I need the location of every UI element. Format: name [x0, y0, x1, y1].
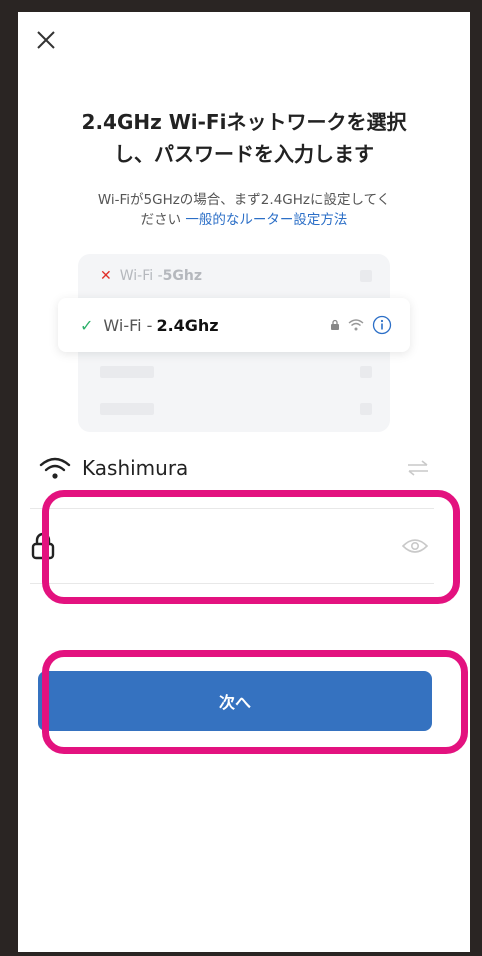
check-icon: ✓	[80, 315, 94, 335]
illustration-placeholder-row	[100, 366, 372, 378]
wifi-ssid: Kashimura	[82, 456, 189, 480]
info-icon	[372, 315, 392, 335]
password-highlight-outline	[42, 490, 460, 604]
placeholder-bar	[100, 366, 154, 378]
wifi-icon	[39, 457, 71, 479]
title-line-1: 2.4GHz Wi-Fiネットワークを選択	[81, 110, 407, 134]
close-button[interactable]	[30, 24, 62, 56]
illustration-5ghz-prefix: Wi-Fi -	[119, 268, 163, 284]
illustration-2-4ghz-card: ✓ Wi-Fi - 2.4Ghz	[58, 298, 410, 352]
wifi-network-row: Kashimura	[38, 450, 430, 486]
subtitle-line-1: Wi-Fiが5GHzの場合、まず2.4GHzに設定してく	[97, 192, 391, 208]
illustration-5ghz-band: 5Ghz	[162, 268, 202, 284]
close-icon	[37, 31, 55, 49]
cross-icon: ✕	[100, 268, 112, 284]
wifi-signal-icon	[348, 319, 364, 331]
illustration-2-4ghz-band: 2.4Ghz	[156, 315, 219, 335]
next-button-highlight-outline	[42, 650, 468, 754]
swap-icon	[408, 460, 428, 476]
placeholder-bar	[100, 403, 154, 415]
placeholder-square	[360, 270, 372, 282]
placeholder-square	[360, 366, 372, 378]
title-line-2: し、パスワードを入力します	[114, 142, 374, 166]
illustration-5ghz-row: ✕ Wi-Fi - 5Ghz	[100, 264, 372, 288]
lock-icon	[331, 319, 339, 330]
switch-network-button[interactable]	[406, 459, 430, 477]
page-title: 2.4GHz Wi-Fiネットワークを選択 し、パスワードを入力します	[38, 106, 450, 170]
subtitle: Wi-Fiが5GHzの場合、まず2.4GHzに設定してく ださい 一般的なルータ…	[58, 190, 430, 230]
router-settings-link[interactable]: 一般的なルーター設定方法	[185, 212, 347, 228]
illustration-placeholder-row	[100, 403, 372, 415]
placeholder-square	[360, 403, 372, 415]
subtitle-line-2: ださい	[140, 212, 182, 228]
illustration-2-4ghz-prefix: Wi-Fi -	[103, 315, 153, 335]
